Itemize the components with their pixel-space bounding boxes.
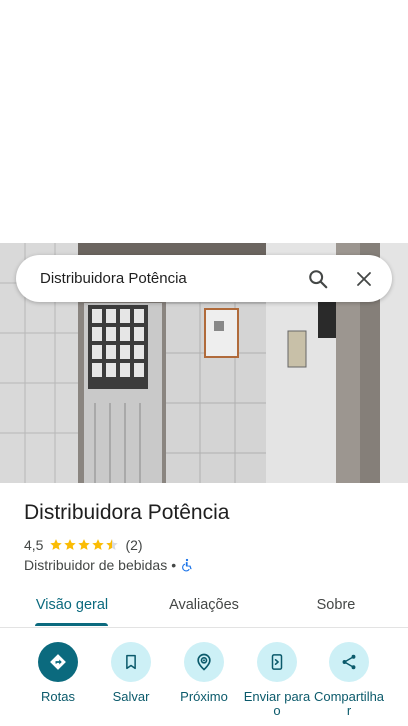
save-button[interactable]: Salvar (94, 642, 168, 704)
place-category: Distribuidor de bebidas (24, 557, 168, 573)
tab-reviews[interactable]: Avaliações (154, 585, 254, 625)
save-label: Salvar (112, 689, 150, 704)
share-label: Compartilhar (313, 689, 385, 718)
close-button[interactable] (344, 259, 384, 299)
map-area[interactable] (0, 0, 408, 243)
directions-label: Rotas (41, 689, 75, 704)
share-circle[interactable] (329, 642, 369, 682)
star-icon (64, 539, 77, 550)
directions-button[interactable]: Rotas (21, 642, 95, 704)
send-to-phone-label: Enviar para o (243, 689, 311, 718)
star-icon (92, 539, 105, 550)
star-half-icon (106, 539, 119, 550)
rating-row[interactable]: 4,5 (2) (24, 536, 143, 554)
rating-value: 4,5 (24, 537, 44, 553)
directions-circle[interactable] (38, 642, 78, 682)
separator-dot: • (171, 557, 177, 573)
search-bar[interactable]: Distribuidora Potência (16, 255, 392, 302)
active-tab-indicator (35, 623, 108, 626)
wheelchair-accessible-icon (182, 558, 192, 572)
nearby-label: Próximo (180, 689, 228, 704)
nearby-icon (197, 653, 211, 671)
search-icon (309, 269, 328, 288)
bookmark-icon (126, 654, 136, 670)
directions-icon (50, 654, 66, 670)
tab-bar: Visão geral Avaliações Sobre (0, 585, 408, 628)
share-button[interactable]: Compartilhar (312, 642, 386, 718)
star-icon (50, 539, 63, 550)
tab-about[interactable]: Sobre (286, 585, 386, 625)
tab-overview[interactable]: Visão geral (22, 585, 122, 625)
place-title: Distribuidora Potência (24, 501, 230, 524)
send-to-phone-icon (271, 654, 283, 670)
nearby-circle[interactable] (184, 642, 224, 682)
send-to-phone-circle[interactable] (257, 642, 297, 682)
rating-stars (49, 538, 119, 552)
nearby-button[interactable]: Próximo (167, 642, 241, 704)
send-to-phone-button[interactable]: Enviar para o (240, 642, 314, 718)
search-input[interactable]: Distribuidora Potência (40, 270, 298, 287)
category-row: Distribuidor de bebidas • (24, 556, 194, 574)
review-count[interactable]: (2) (125, 537, 142, 553)
close-icon (357, 271, 371, 286)
share-icon (342, 654, 356, 670)
search-button[interactable] (298, 259, 338, 299)
star-icon (78, 539, 91, 550)
save-circle[interactable] (111, 642, 151, 682)
